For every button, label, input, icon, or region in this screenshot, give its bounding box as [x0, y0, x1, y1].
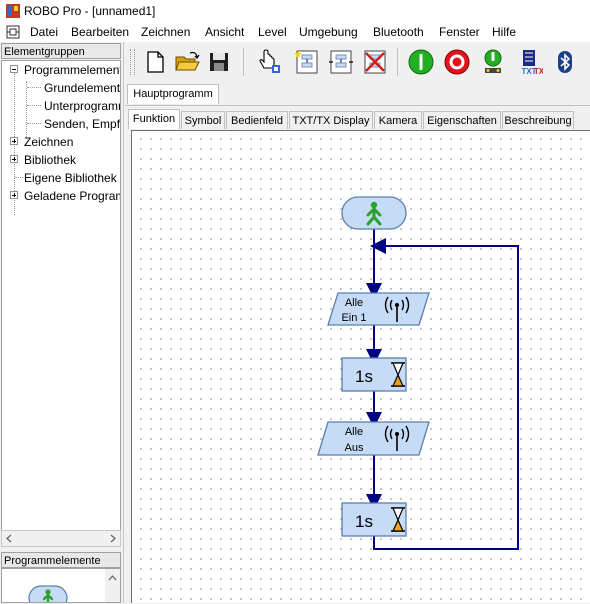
start-element-icon[interactable] — [28, 585, 68, 603]
tree-item-bibliothek[interactable]: Bibliothek — [24, 153, 76, 167]
send-block-line1: Alle — [345, 297, 363, 309]
new-subprogram-icon[interactable] — [293, 48, 321, 76]
scroll-up-icon[interactable] — [108, 574, 117, 583]
tree-item-zeichnen[interactable]: Zeichnen — [24, 135, 73, 149]
start-block[interactable] — [341, 196, 407, 230]
tree-line — [15, 177, 23, 179]
sub-tab-row: Funktion Symbol Bedienfeld TXT/TX Displa… — [125, 107, 590, 130]
palette-vertical-scrollbar[interactable] — [105, 569, 120, 602]
program-tab-row: Hauptprogramm — [125, 82, 590, 106]
tree-item-geladene-programme[interactable]: Geladene Programme — [24, 189, 120, 203]
element-groups-header: Elementgruppen — [1, 43, 121, 59]
bluetooth-icon[interactable] — [551, 48, 579, 76]
tree-line — [26, 81, 28, 139]
save-icon[interactable] — [205, 48, 233, 76]
start-icon[interactable] — [407, 48, 435, 76]
menu-hilfe[interactable]: Hilfe — [492, 25, 516, 39]
toolbar-separator — [243, 48, 244, 76]
tab-kamera[interactable]: Kamera — [374, 111, 422, 129]
tab-bedienfeld[interactable]: Bedienfeld — [226, 111, 288, 129]
toolbar: TXT TX — [125, 42, 590, 82]
toolbar-separator — [397, 48, 398, 76]
flowchart: Alle Ein 1 1s Alle Aus 1s — [317, 196, 519, 550]
system-menu-icon[interactable] — [6, 25, 20, 39]
send-block-line2: Ein 1 — [341, 312, 366, 324]
panel-divider[interactable] — [123, 42, 124, 603]
element-groups-tree: Programmelemente Grundelemente Unterprog… — [1, 60, 121, 532]
tab-funktion[interactable]: Funktion — [128, 109, 180, 129]
title-bar: ROBO Pro - [unnamed1] — [0, 0, 590, 22]
menu-bearbeiten[interactable]: Bearbeiten — [71, 25, 129, 39]
menu-fenster[interactable]: Fenster — [439, 25, 480, 39]
tab-baseline — [125, 105, 590, 106]
tab-hauptprogramm[interactable]: Hauptprogramm — [127, 84, 219, 104]
wait-block-1[interactable]: 1s — [341, 357, 407, 392]
wait-block-2[interactable]: 1s — [341, 502, 407, 537]
program-canvas[interactable]: Alle Ein 1 1s Alle Aus 1s — [131, 130, 590, 603]
menu-datei[interactable]: Datei — [30, 25, 58, 39]
new-file-icon[interactable] — [141, 48, 169, 76]
wait-duration-label: 1s — [355, 367, 373, 386]
expand-geladene-programme-icon[interactable] — [10, 191, 18, 199]
delete-subprogram-icon[interactable] — [361, 48, 389, 76]
scroll-right-icon[interactable] — [108, 534, 117, 543]
hand-pointer-icon[interactable] — [255, 48, 283, 76]
expand-bibliothek-icon[interactable] — [10, 155, 18, 163]
tree-item-unterprogramme[interactable]: Unterprogramme — [44, 99, 120, 113]
send-message-block-1[interactable]: Alle Ein 1 — [327, 292, 430, 326]
menu-level[interactable]: Level — [258, 25, 287, 39]
tree-line — [27, 123, 41, 125]
toolbar-grip[interactable] — [130, 49, 135, 75]
send-block-line1: Alle — [345, 426, 363, 438]
robo-pro-app-icon — [6, 4, 20, 18]
menu-bar: Datei Bearbeiten Zeichnen Ansicht Level … — [0, 22, 590, 42]
element-palette — [1, 568, 121, 603]
palette-header: Programmelemente — [1, 552, 121, 568]
tree-line — [27, 105, 41, 107]
menu-bluetooth[interactable]: Bluetooth — [373, 25, 424, 39]
menu-zeichnen[interactable]: Zeichnen — [141, 25, 190, 39]
collapse-programmelemente-icon[interactable] — [10, 65, 18, 73]
tree-item-senden-empfangen[interactable]: Senden, Empfangen — [44, 117, 120, 131]
wait-duration-label: 1s — [355, 512, 373, 531]
send-block-line2: Aus — [345, 442, 364, 454]
tab-symbol[interactable]: Symbol — [181, 111, 225, 129]
tx-label: TX — [534, 67, 543, 76]
menu-umgebung[interactable]: Umgebung — [299, 25, 358, 39]
stop-icon[interactable] — [443, 48, 471, 76]
tab-beschreibung[interactable]: Beschreibung — [502, 111, 574, 129]
expand-zeichnen-icon[interactable] — [10, 137, 18, 145]
tree-horizontal-scrollbar[interactable] — [1, 530, 121, 547]
tree-item-programmelemente[interactable]: Programmelemente — [24, 63, 120, 77]
copy-subprogram-icon[interactable] — [327, 48, 355, 76]
txt-tx-icon[interactable]: TXT TX — [515, 48, 543, 76]
tree-line — [27, 87, 41, 89]
tab-txt-tx-display[interactable]: TXT/TX Display — [289, 111, 373, 129]
scroll-left-icon[interactable] — [5, 534, 14, 543]
open-folder-icon[interactable] — [173, 48, 201, 76]
send-message-block-2[interactable]: Alle Aus — [317, 421, 430, 456]
menu-ansicht[interactable]: Ansicht — [205, 25, 244, 39]
window-title: ROBO Pro - [unnamed1] — [24, 4, 156, 18]
tab-eigenschaften[interactable]: Eigenschaften — [423, 111, 501, 129]
download-icon[interactable] — [479, 48, 507, 76]
tree-item-eigene-bibliothek[interactable]: Eigene Bibliothek — [24, 171, 117, 185]
tree-item-grundelemente[interactable]: Grundelemente — [44, 81, 120, 95]
